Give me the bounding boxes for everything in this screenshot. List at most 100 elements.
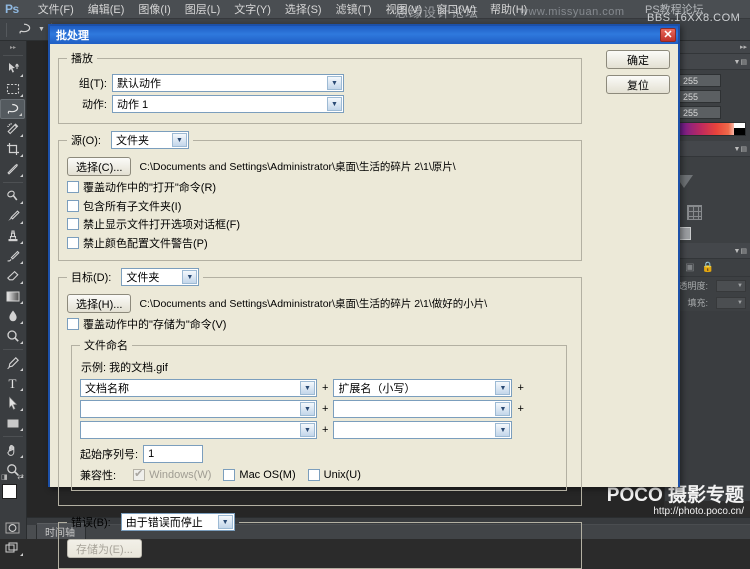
- menu-layer[interactable]: 图层(L): [178, 0, 227, 19]
- checkbox[interactable]: [67, 181, 79, 193]
- chevron-down-icon[interactable]: ▼: [327, 97, 342, 111]
- menu-edit[interactable]: 编辑(E): [81, 0, 132, 19]
- magic-wand-tool[interactable]: [0, 119, 25, 139]
- compat-option-macos[interactable]: Mac OS(M): [223, 469, 296, 481]
- blur-tool[interactable]: [0, 306, 25, 326]
- screen-mode-toggle[interactable]: [0, 538, 25, 558]
- naming-token-select-6[interactable]: ▼: [333, 421, 513, 439]
- destination-choose-button[interactable]: 选择(H)...: [67, 294, 132, 313]
- clone-stamp-tool[interactable]: [0, 226, 25, 246]
- dialog-titlebar[interactable]: 批处理 ✕: [50, 26, 678, 44]
- naming-token-select-1[interactable]: 文档名称 ▼: [80, 379, 317, 397]
- chevron-down-icon[interactable]: ▼: [495, 423, 511, 437]
- channel-value-b[interactable]: 255: [679, 106, 721, 119]
- chevron-down-icon[interactable]: ▼: [182, 270, 198, 284]
- menu-file[interactable]: 文件(F): [31, 0, 81, 19]
- source-option-suppress-open-dialogs[interactable]: 禁止显示文件打开选项对话框(F): [67, 216, 573, 232]
- close-icon[interactable]: ✕: [660, 28, 676, 42]
- lasso-icon[interactable]: [13, 21, 35, 39]
- menu-select[interactable]: 选择(S): [278, 0, 329, 19]
- naming-token-select-2[interactable]: 扩展名（小写） ▼: [333, 379, 513, 397]
- checkbox[interactable]: [307, 469, 320, 481]
- chevron-down-icon[interactable]: ▼: [300, 423, 315, 437]
- chevron-down-icon[interactable]: ▼: [300, 402, 315, 416]
- opacity-input[interactable]: ▼: [716, 279, 746, 292]
- source-option-override-open[interactable]: 覆盖动作中的"打开"命令(R): [67, 179, 573, 195]
- destination-option-override-save-as[interactable]: 覆盖动作中的"存储为"命令(V): [67, 316, 573, 332]
- color-channel-row[interactable]: G 255: [669, 90, 746, 103]
- color-swatches[interactable]: ◨ ⇄: [0, 472, 25, 512]
- source-select[interactable]: 文件夹 ▼: [110, 131, 189, 149]
- panel-menu-icon[interactable]: ▼▤: [733, 145, 747, 153]
- menu-view[interactable]: 视图(V): [379, 0, 430, 19]
- serial-number-input[interactable]: 1: [143, 445, 204, 463]
- fill-input[interactable]: ▼: [716, 296, 746, 309]
- naming-token-select-4[interactable]: ▼: [333, 400, 513, 418]
- rectangular-marquee-tool[interactable]: [0, 79, 25, 99]
- source-option-suppress-color-warnings[interactable]: 禁止颜色配置文件警告(P): [67, 235, 573, 251]
- errors-select[interactable]: 由于错误而停止 ▼: [120, 513, 235, 531]
- action-set-select[interactable]: 默认动作 ▼: [112, 74, 344, 92]
- source-choose-button[interactable]: 选择(C)...: [67, 157, 132, 176]
- color-spectrum-ramp[interactable]: [669, 122, 746, 136]
- options-grip[interactable]: [6, 22, 7, 37]
- panel-menu-icon[interactable]: ▼▤: [733, 58, 747, 66]
- action-select[interactable]: 动作 1 ▼: [112, 95, 344, 113]
- channel-value-g[interactable]: 255: [679, 90, 721, 103]
- filter-shape-icon[interactable]: ▣: [685, 262, 694, 273]
- channel-value-r[interactable]: 255: [679, 74, 721, 87]
- gradient-tool[interactable]: [0, 286, 25, 306]
- checkbox[interactable]: [67, 199, 79, 212]
- ok-button[interactable]: 确定: [606, 50, 670, 69]
- grid-icon[interactable]: [687, 205, 702, 220]
- type-tool[interactable]: T: [0, 373, 25, 393]
- color-channel-row[interactable]: B 255: [669, 106, 746, 119]
- color-channel-row[interactable]: R 255: [669, 74, 746, 87]
- default-colors-icon[interactable]: ◨: [1, 473, 8, 481]
- history-brush-tool[interactable]: [0, 246, 25, 266]
- dodge-tool[interactable]: [0, 326, 25, 346]
- eyedropper-tool[interactable]: [0, 159, 25, 179]
- chevron-down-icon[interactable]: ▼: [495, 402, 511, 416]
- checkbox[interactable]: [223, 469, 236, 481]
- chevron-down-icon[interactable]: ▼: [171, 133, 187, 147]
- tools-panel-grip[interactable]: ▸▸: [0, 43, 26, 52]
- timeline-panel-grip[interactable]: [27, 525, 37, 539]
- chevron-down-icon[interactable]: ▼: [38, 26, 45, 33]
- chevron-down-icon[interactable]: ▼: [495, 381, 511, 395]
- swap-colors-icon[interactable]: ⇄: [17, 472, 24, 481]
- hand-tool[interactable]: [0, 440, 25, 460]
- filter-lock-icon[interactable]: 🔒: [702, 262, 714, 273]
- menu-type[interactable]: 文字(Y): [227, 0, 278, 19]
- compat-option-unix[interactable]: Unix(U): [307, 469, 361, 481]
- black-swatch[interactable]: [734, 128, 745, 135]
- path-selection-tool[interactable]: [0, 393, 25, 413]
- menu-window[interactable]: 窗口(W): [429, 0, 483, 19]
- naming-token-select-3[interactable]: ▼: [80, 400, 317, 418]
- chevron-down-icon[interactable]: ▼: [327, 76, 342, 90]
- eraser-tool[interactable]: [0, 266, 25, 286]
- naming-token-select-5[interactable]: ▼: [80, 421, 317, 439]
- checkbox[interactable]: [67, 236, 79, 249]
- crop-tool[interactable]: [0, 139, 25, 159]
- lasso-tool[interactable]: [0, 99, 25, 119]
- healing-brush-tool[interactable]: [0, 186, 25, 206]
- checkbox[interactable]: [67, 218, 79, 230]
- chevron-down-icon[interactable]: ▼: [737, 283, 743, 289]
- chevron-down-icon[interactable]: ▼: [217, 515, 233, 529]
- source-option-include-subfolders[interactable]: 包含所有子文件夹(I): [67, 198, 573, 214]
- quick-mask-toggle[interactable]: [0, 518, 25, 538]
- move-tool[interactable]: [0, 59, 25, 79]
- destination-select[interactable]: 文件夹 ▼: [121, 268, 200, 286]
- reset-button[interactable]: 复位: [606, 75, 670, 94]
- menu-image[interactable]: 图像(I): [131, 0, 177, 19]
- foreground-color-swatch[interactable]: [2, 484, 17, 499]
- brush-tool[interactable]: [0, 206, 25, 226]
- chevron-down-icon[interactable]: ▼: [300, 381, 315, 395]
- checkbox[interactable]: [67, 318, 79, 330]
- rectangle-shape-tool[interactable]: [0, 413, 25, 433]
- panel-menu-icon[interactable]: ▼▤: [733, 247, 747, 255]
- menu-filter[interactable]: 滤镜(T): [329, 0, 379, 19]
- menu-help[interactable]: 帮助(H): [483, 0, 534, 19]
- pen-tool[interactable]: [0, 353, 25, 373]
